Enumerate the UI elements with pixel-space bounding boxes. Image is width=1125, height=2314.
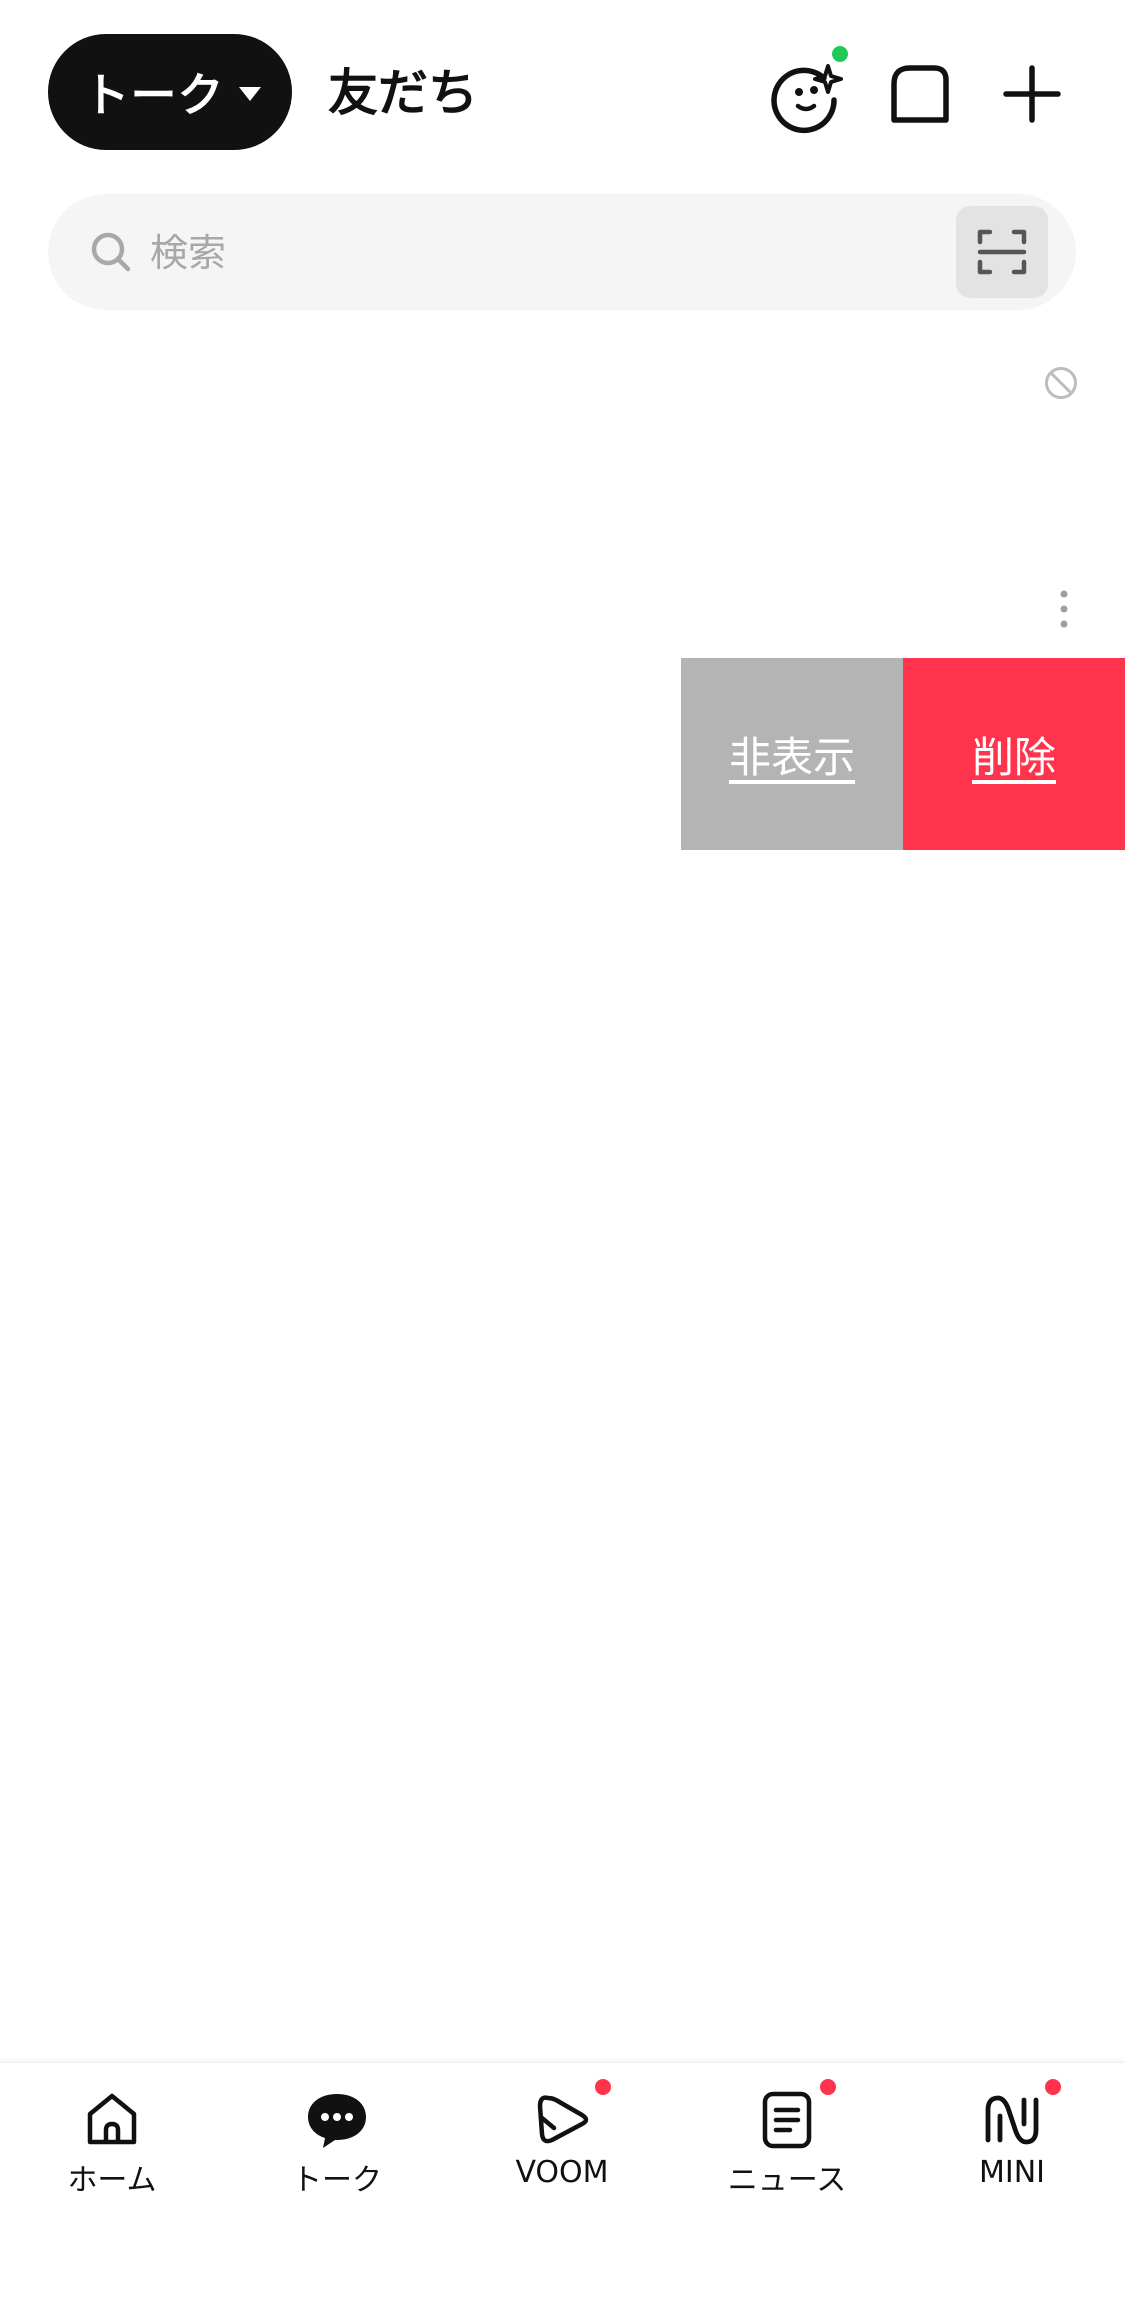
nav-home[interactable]: ホーム <box>37 2087 187 2198</box>
nav-mini[interactable]: MINI <box>937 2079 1087 2197</box>
nav-news-badge <box>820 2079 836 2095</box>
add-button[interactable] <box>992 54 1072 134</box>
voom-play-icon <box>537 2095 589 2144</box>
search-icon <box>91 232 131 272</box>
nav-talk-label: トーク <box>292 2163 382 2198</box>
qr-scan-icon <box>977 229 1027 275</box>
status-dot <box>832 46 848 62</box>
square-button[interactable] <box>880 54 960 134</box>
plus-icon <box>1003 65 1061 123</box>
tab-friends[interactable]: 友だち <box>328 58 478 128</box>
face-sparkle-icon <box>771 64 843 134</box>
mini-icon <box>985 2095 1039 2145</box>
delete-button[interactable]: 削除 <box>903 658 1125 850</box>
nav-voom-label: VOOM <box>515 2155 609 2190</box>
search-bar[interactable] <box>48 194 1076 310</box>
search-input[interactable] <box>148 216 852 290</box>
nav-news-label: ニュース <box>727 2163 847 2198</box>
tab-talk-dropdown[interactable]: トーク <box>48 34 292 150</box>
talk-bubble-icon <box>308 2094 366 2148</box>
bottom-nav: ホーム トーク VOOM ニュース MINI <box>0 2062 1125 2314</box>
hide-button[interactable]: 非表示 <box>681 658 903 850</box>
nav-talk[interactable]: トーク <box>262 2087 412 2198</box>
more-vertical-icon[interactable] <box>1050 586 1078 632</box>
nav-voom-badge <box>595 2079 611 2095</box>
nav-home-label: ホーム <box>67 2163 157 2198</box>
square-icon <box>891 65 949 123</box>
nav-news[interactable]: ニュース <box>712 2079 862 2198</box>
face-sparkle-button[interactable] <box>768 46 848 134</box>
nav-mini-badge <box>1045 2079 1061 2095</box>
tab-talk-label: トーク <box>83 68 225 122</box>
qr-scan-button[interactable] <box>956 206 1048 298</box>
nav-voom[interactable]: VOOM <box>487 2079 637 2197</box>
block-icon[interactable] <box>1042 364 1080 402</box>
caret-down-icon <box>238 87 261 101</box>
home-icon <box>87 2093 137 2145</box>
news-icon <box>762 2091 812 2149</box>
nav-mini-label: MINI <box>978 2155 1046 2190</box>
